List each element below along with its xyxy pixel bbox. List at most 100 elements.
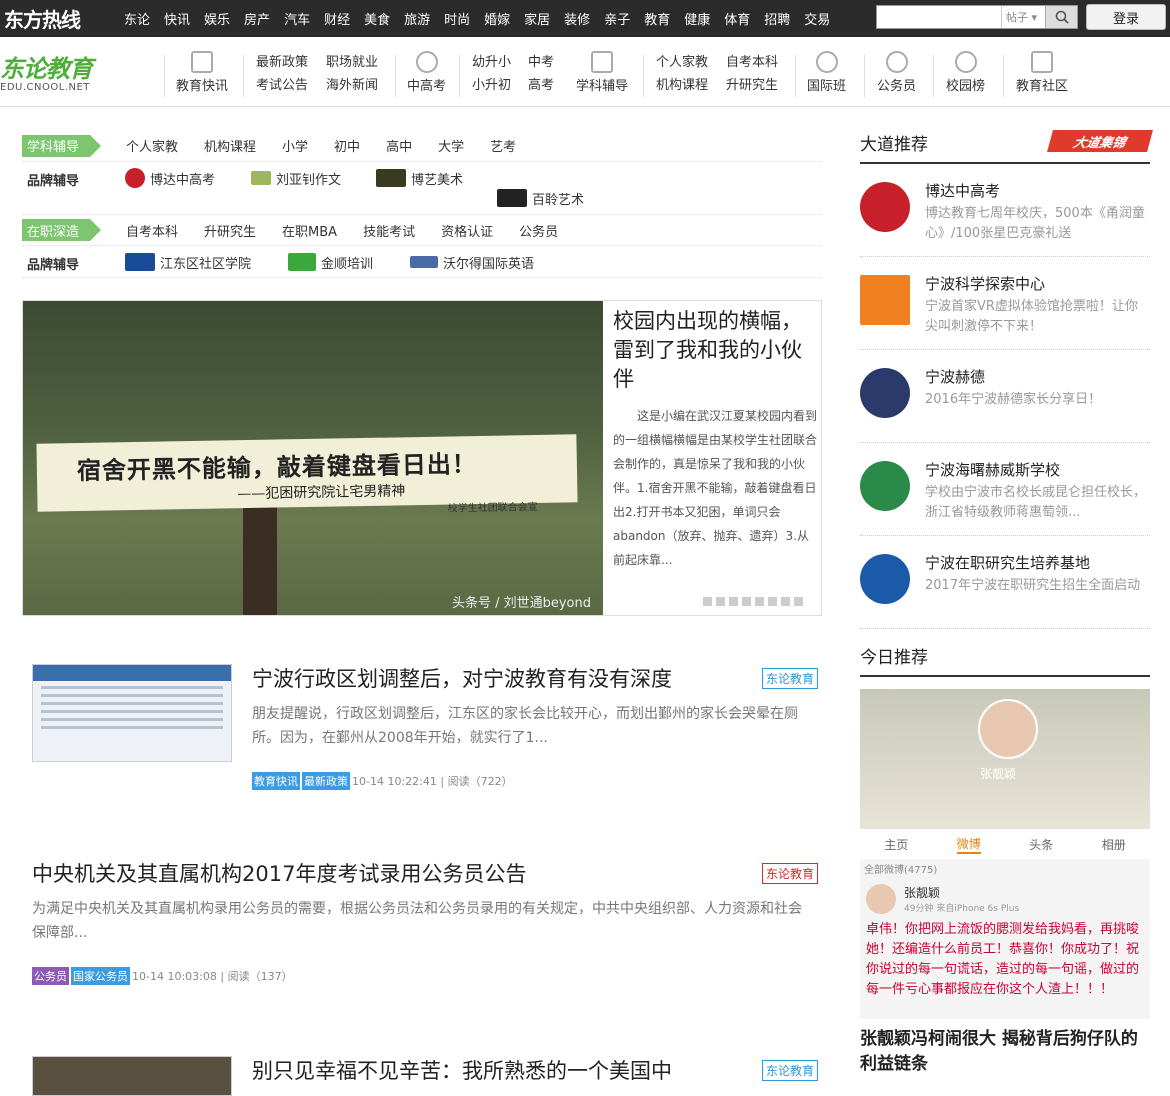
article-source[interactable]: 东论教育	[761, 1060, 818, 1081]
top-nav-item[interactable]: 财经	[324, 9, 350, 28]
today-image[interactable]: 张靓颖 主页 微博 头条 相册 全部微博(4775) 张靓颖 49分钟 来自iPhone…	[860, 689, 1150, 1019]
article-title[interactable]: 中央机关及其直属机构2017年度考试录用公务员公告	[32, 859, 812, 889]
article-title[interactable]: 宁波行政区划调整后，对宁波教育有没有深度	[252, 664, 812, 694]
article-reads: 阅读（722）	[447, 775, 513, 788]
article-source[interactable]: 东论教育	[761, 863, 818, 884]
article-source[interactable]: 东论教育	[761, 668, 818, 689]
brand-jinshun[interactable]: 金顺培训	[288, 246, 373, 278]
top-nav-item[interactable]: 东论	[124, 9, 150, 28]
top-nav-item[interactable]: 旅游	[404, 9, 430, 28]
top-nav-item[interactable]: 房产	[244, 9, 270, 28]
top-nav-item[interactable]: 体育	[724, 9, 750, 28]
slider-dot[interactable]	[742, 597, 751, 606]
nav-civil-service[interactable]: 公务员	[877, 51, 916, 94]
recommend-title[interactable]: 宁波赫德	[925, 366, 985, 387]
top-nav-item[interactable]: 汽车	[284, 9, 310, 28]
recommend-item[interactable]: 博达中高考 博达教育七周年校庆，500本《甬润童心》/100张星巴克豪礼送	[860, 164, 1150, 257]
recommend-title[interactable]: 宁波海曙赫威斯学校	[925, 459, 1060, 480]
recommend-item[interactable]: 宁波赫德 2016年宁波赫德家长分享日！	[860, 350, 1150, 443]
top-nav-item[interactable]: 家居	[524, 9, 550, 28]
feature-title[interactable]: 校园内出现的横幅，雷到了我和我的小伙伴	[613, 307, 817, 394]
category-tag[interactable]: 教育快讯	[252, 772, 300, 790]
nav-link-kindergarten[interactable]: 幼升小	[472, 51, 511, 74]
nav-international[interactable]: 国际班	[807, 51, 846, 94]
recommend-item[interactable]: 宁波科学探索中心 宁波首家VR虚拟体验馆抢票啦！让你尖叫刺激停不下来！	[860, 257, 1150, 350]
nav-link-self-study[interactable]: 自考本科	[726, 51, 778, 74]
top-nav-item[interactable]: 时尚	[444, 9, 470, 28]
nav-link-primary[interactable]: 小升初	[472, 74, 511, 97]
top-nav-item[interactable]: 装修	[564, 9, 590, 28]
site-logo[interactable]: 东论教育 EDU.CNOOL.NET	[0, 49, 150, 99]
article-thumbnail[interactable]	[32, 664, 232, 762]
nav-link-zhongkao[interactable]: 中考	[528, 51, 554, 74]
brand-jiangdong[interactable]: 江东区社区学院	[125, 246, 251, 278]
nav-edu-news[interactable]: 教育快讯	[176, 51, 228, 94]
top-nav-item[interactable]: 健康	[684, 9, 710, 28]
feature-image[interactable]: 宿舍开黑不能输，敲着键盘看日出！ ——犯困研究院让宅男精神 校学生社团联合会宣 …	[23, 301, 603, 615]
brand-liuyazhao[interactable]: 刘亚钊作文	[251, 162, 341, 194]
category-tag[interactable]: 最新政策	[302, 772, 350, 790]
filter-item[interactable]: 初中	[334, 140, 360, 155]
filter-item[interactable]: 艺考	[490, 140, 516, 155]
nav-link-overseas[interactable]: 海外新闻	[326, 74, 378, 97]
filter-item[interactable]: 自考本科	[126, 225, 178, 240]
filter-item[interactable]: 资格认证	[441, 225, 493, 240]
nav-link-postgrad[interactable]: 升研究生	[726, 74, 778, 97]
brand-boyi[interactable]: 博艺美术	[376, 162, 463, 194]
filter-item[interactable]: 在职MBA	[282, 225, 337, 240]
filter-item[interactable]: 大学	[438, 140, 464, 155]
top-nav-item[interactable]: 教育	[644, 9, 670, 28]
article-thumbnail[interactable]	[32, 1056, 232, 1096]
nav-link-gaokao[interactable]: 高考	[528, 74, 554, 97]
filter-item[interactable]: 公务员	[519, 225, 558, 240]
filter-item[interactable]: 技能考试	[363, 225, 415, 240]
nav-campus-rank[interactable]: 校园榜	[946, 51, 985, 94]
category-tag[interactable]: 国家公务员	[71, 967, 130, 985]
slider-dot[interactable]	[768, 597, 777, 606]
recommend-item[interactable]: 宁波在职研究生培养基地 2017年宁波在职研究生招生全面启动	[860, 536, 1150, 629]
top-nav-item[interactable]: 交易	[804, 9, 830, 28]
recommend-title[interactable]: 宁波科学探索中心	[925, 273, 1045, 294]
slider-dot[interactable]	[781, 597, 790, 606]
recommend-item[interactable]: 宁波海曙赫威斯学校 学校由宁波市名校长戚昆仑担任校长，浙江省特级教师蒋惠萄领...	[860, 443, 1150, 536]
collection-badge[interactable]: 大道集锦	[1047, 130, 1153, 152]
slider-dot[interactable]	[703, 597, 712, 606]
top-nav-item[interactable]: 亲子	[604, 9, 630, 28]
top-nav-item[interactable]: 快讯	[164, 9, 190, 28]
slider-dot[interactable]	[729, 597, 738, 606]
search-input[interactable]	[877, 6, 1001, 28]
top-nav-item[interactable]: 娱乐	[204, 9, 230, 28]
nav-link-policy[interactable]: 最新政策	[256, 51, 308, 74]
nav-exams[interactable]: 中高考	[407, 51, 446, 94]
recommend-title[interactable]: 宁波在职研究生培养基地	[925, 552, 1090, 573]
article-title[interactable]: 别只见幸福不见辛苦：我所熟悉的一个美国中	[252, 1056, 812, 1086]
recommend-title[interactable]: 博达中高考	[925, 180, 1000, 201]
nav-link-private-tutor[interactable]: 个人家教	[656, 51, 708, 74]
slider-dot[interactable]	[794, 597, 803, 606]
filter-item[interactable]: 个人家教	[126, 140, 178, 155]
brand-boda[interactable]: 博达中高考	[125, 162, 215, 194]
search-button[interactable]	[1045, 6, 1077, 28]
category-tag[interactable]: 公务员	[32, 967, 69, 985]
filter-item[interactable]: 高中	[386, 140, 412, 155]
today-headline[interactable]: 张靓颖冯柯闹很大 揭秘背后狗仔队的利益链条	[860, 1027, 1150, 1077]
filter-item[interactable]: 小学	[282, 140, 308, 155]
top-nav-item[interactable]: 招聘	[764, 9, 790, 28]
site-brand[interactable]: 东方热线	[0, 4, 110, 33]
brand-bailing[interactable]: 百聆艺术	[497, 182, 584, 214]
nav-link-career[interactable]: 职场就业	[326, 51, 378, 74]
slider-dot[interactable]	[716, 597, 725, 606]
top-nav-item[interactable]: 婚嫁	[484, 9, 510, 28]
profile-tab: 微博	[956, 835, 981, 854]
filter-item[interactable]: 升研究生	[204, 225, 256, 240]
brand-woerde[interactable]: 沃尔得国际英语	[410, 246, 534, 278]
slider-dot[interactable]	[755, 597, 764, 606]
nav-tutoring[interactable]: 学科辅导	[576, 51, 628, 94]
filter-item[interactable]: 机构课程	[204, 140, 256, 155]
nav-link-exam-notice[interactable]: 考试公告	[256, 74, 308, 97]
nav-link-courses[interactable]: 机构课程	[656, 74, 708, 97]
nav-community[interactable]: 教育社区	[1016, 51, 1068, 94]
login-button[interactable]: 登录	[1086, 4, 1166, 30]
search-type-select[interactable]: 帖子 ▾	[1001, 6, 1045, 28]
top-nav-item[interactable]: 美食	[364, 9, 390, 28]
